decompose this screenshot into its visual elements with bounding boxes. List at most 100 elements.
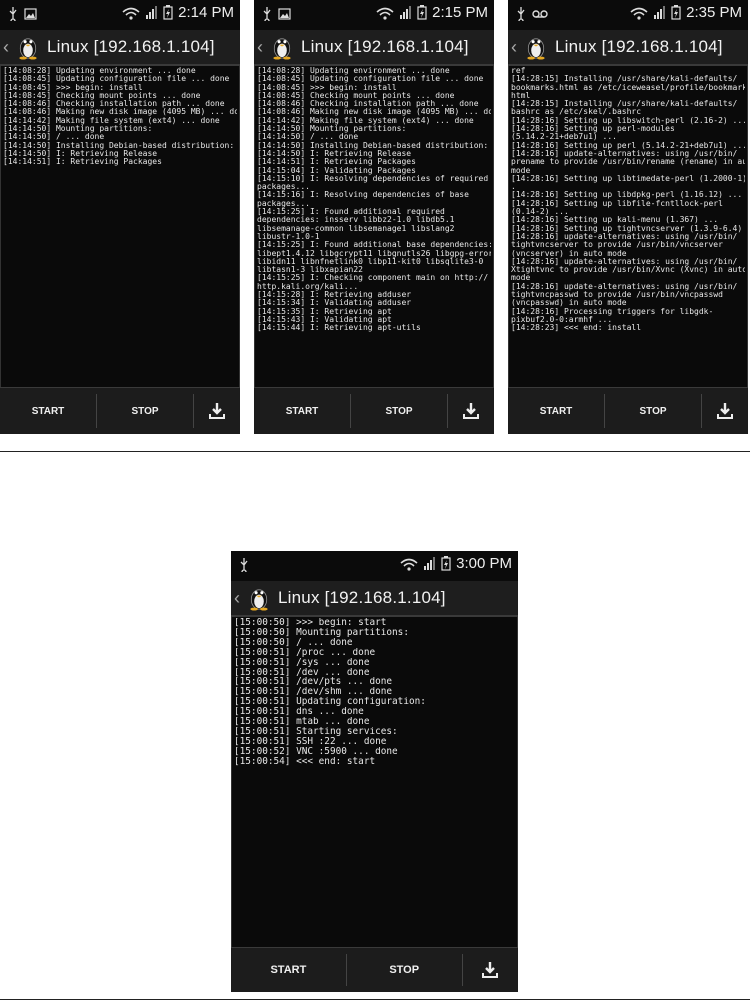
log-line: [14:14:50] I: Retrieving Release — [257, 149, 412, 158]
stop-button[interactable]: STOP — [97, 406, 193, 417]
app-title: Linux [192.168.1.104] — [301, 37, 469, 56]
log-line: [14:08:45] >>> begin: install — [257, 83, 397, 92]
bottom-action-bar: START STOP — [254, 387, 494, 434]
back-chevron-icon[interactable]: ‹ — [3, 37, 15, 58]
log-line: [14:08:46] Checking installation path ..… — [3, 100, 225, 109]
start-button[interactable]: START — [231, 964, 346, 976]
status-right: 2:14 PM — [122, 4, 234, 21]
log-line: [14:28:16] update-alternatives: using /u… — [511, 149, 738, 158]
phone-screen-4: 3:00 PM ‹ Linux [192.168.1.104] [15:00:50] … — [231, 551, 518, 992]
log-line: [14:08:28] Updating environment ... done — [3, 67, 196, 75]
log-line: [14:28:15] Installing /usr/share/kali-de… — [511, 75, 738, 84]
log-line: mode — [511, 166, 531, 175]
log-line: [14:08:46] Making new disk image (4095 M… — [3, 108, 237, 117]
log-line: [14:08:45] Updating configuration file .… — [3, 75, 230, 84]
log-line: [15:00:52] VNC :5900 ... done — [234, 746, 398, 757]
back-chevron-icon[interactable]: ‹ — [234, 588, 246, 609]
log-line: [14:08:45] >>> begin: install — [3, 83, 143, 92]
log-line: libtasn1-3 libxapian22 — [257, 266, 363, 275]
log-line: [14:28:16] Setting up tightvncserver (1.… — [511, 224, 745, 233]
log-line: libidn11 libnfnetlink0 libp11-kit0 libsq… — [257, 257, 484, 266]
wifi-icon — [630, 7, 648, 20]
log-line: libustr-1.0-1 — [257, 232, 320, 241]
log-line: [14:14:50] Mounting partitions: — [257, 125, 407, 134]
back-chevron-icon[interactable]: ‹ — [257, 37, 269, 58]
stop-button[interactable]: STOP — [347, 964, 462, 976]
log-line: [14:14:51] I: Retrieving Packages — [3, 158, 162, 167]
start-button[interactable]: START — [254, 406, 350, 417]
log-line: packages... — [257, 183, 310, 192]
log-line: tightvncserver to provide /usr/bin/vncse… — [511, 241, 723, 250]
back-chevron-icon[interactable]: ‹ — [511, 37, 523, 58]
log-line: [15:00:54] <<< end: start — [234, 756, 376, 767]
start-button[interactable]: START — [0, 406, 96, 417]
tux-penguin-icon — [527, 38, 545, 60]
log-line: [15:00:51] /dev ... done — [234, 667, 370, 678]
voicemail-icon — [532, 9, 548, 18]
log-line: [15:00:51] Starting services: — [234, 726, 398, 737]
log-line: Xtightvnc to provide /usr/bin/Xvnc (Xvnc… — [511, 266, 745, 275]
log-line: [15:00:51] /dev/shm ... done — [234, 687, 393, 698]
log-line: dependencies: insserv libbz2-1.0 libdb5.… — [257, 216, 455, 225]
log-line: [15:00:50] >>> begin: start — [234, 618, 387, 628]
start-button[interactable]: START — [508, 406, 604, 417]
battery-icon — [441, 556, 451, 571]
download-button[interactable] — [702, 402, 748, 420]
console-log: [14:08:28] Updating environment ... done… — [0, 66, 240, 388]
app-title: Linux [192.168.1.104] — [555, 37, 723, 56]
log-line: (vncserver) in auto mode — [511, 249, 627, 258]
log-line: [14:28:16] update-alternatives: using /u… — [511, 257, 738, 266]
status-bar: 2:35 PM — [508, 0, 748, 30]
bottom-action-bar: START STOP — [508, 387, 748, 434]
status-time: 2:35 PM — [686, 4, 742, 21]
wifi-icon — [400, 558, 418, 571]
download-button[interactable] — [448, 402, 494, 420]
log-line: libept1.4.12 libgcrypt11 libgnutls26 lib… — [257, 249, 491, 258]
wifi-icon — [122, 7, 140, 20]
log-line: [14:15:04] I: Validating Packages — [257, 166, 416, 175]
log-line: [15:00:51] /proc ... done — [234, 647, 376, 658]
download-button[interactable] — [194, 402, 240, 420]
log-line: [14:28:16] Setting up libfile-fcntllock-… — [511, 199, 723, 208]
log-line: [15:00:51] Updating configuration: — [234, 697, 426, 708]
log-line: pixbuf2.0-0:armhf ... — [511, 315, 613, 324]
app-title-bar: ‹ Linux [192.168.1.104] — [254, 30, 494, 66]
download-icon — [717, 403, 733, 419]
log-line: bookmarks.html as /etc/iceweasel/profile… — [511, 83, 745, 92]
status-right: 2:15 PM — [376, 4, 488, 21]
log-line: [14:15:25] I: Checking component main on… — [257, 274, 489, 283]
status-time: 2:14 PM — [178, 4, 234, 21]
signal-icon — [654, 5, 666, 19]
status-bar: 2:14 PM — [0, 0, 240, 30]
log-line: tightvncpasswd to provide /usr/bin/vncpa… — [511, 291, 723, 300]
log-line: http.kali.org/kali... — [257, 282, 359, 291]
image-icon — [278, 7, 291, 20]
wifi-icon — [376, 7, 394, 20]
stop-button[interactable]: STOP — [351, 406, 447, 417]
download-icon — [482, 962, 499, 978]
log-line: [15:00:51] /dev/pts ... done — [234, 677, 393, 688]
log-line: [14:28:16] Setting up kali-menu (1.367) … — [511, 216, 719, 225]
log-line: [14:15:16] I: Resolving dependencies of … — [257, 191, 469, 200]
status-time: 3:00 PM — [456, 555, 512, 572]
log-line: [14:28:15] Installing /usr/share/kali-de… — [511, 100, 738, 109]
log-line: [14:15:10] I: Resolving dependencies of … — [257, 174, 489, 183]
log-line: [14:28:16] Processing triggers for libgd… — [511, 307, 714, 316]
signal-icon — [400, 5, 412, 19]
log-line: [14:15:43] I: Validating apt — [257, 315, 392, 324]
log-line: . — [511, 183, 516, 192]
log-line: [14:28:16] Setting up perl (5.14.2-21+de… — [511, 141, 745, 150]
status-left-icons — [239, 557, 249, 572]
log-line: [14:14:50] Mounting partitions: — [3, 125, 153, 134]
download-button[interactable] — [463, 961, 518, 979]
usb-icon — [517, 7, 525, 21]
log-line: [14:28:16] Setting up libdpkg-perl (1.16… — [511, 191, 743, 200]
log-line: [14:15:25] I: Found additional base depe… — [257, 241, 491, 250]
log-line: [15:00:51] mtab ... done — [234, 717, 370, 727]
log-line: [14:08:45] Checking mount points ... don… — [3, 91, 201, 100]
stop-button[interactable]: STOP — [605, 406, 701, 417]
status-left-icons — [8, 6, 37, 21]
log-line: (5.14.2-21+deb7u1) ... — [511, 133, 617, 142]
log-line: libsemanage-common libsemanage1 libslang… — [257, 224, 455, 233]
app-title-bar: ‹ Linux [192.168.1.104] — [508, 30, 748, 66]
